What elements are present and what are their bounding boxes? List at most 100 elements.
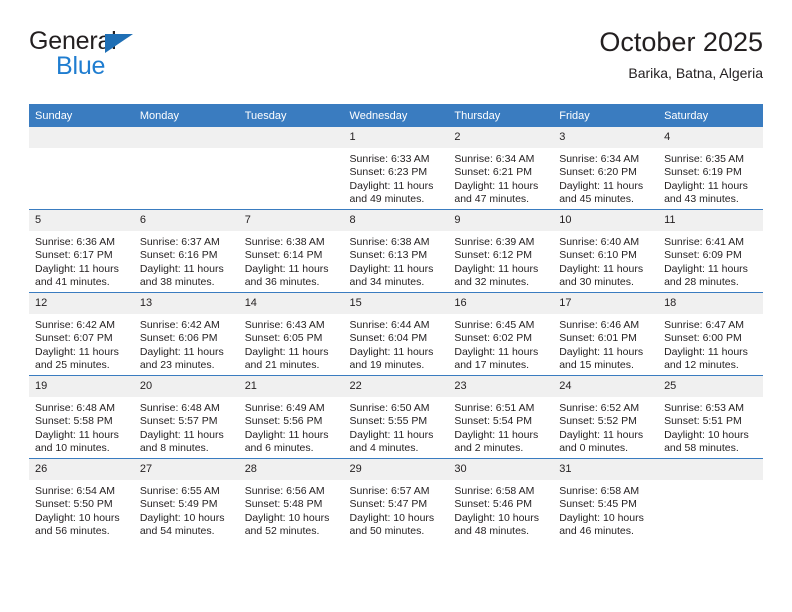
calendar-cell-day[interactable]: 30 Sunrise: 6:58 AM Sunset: 5:46 PM Dayligh… <box>448 458 554 541</box>
sunrise-text: Sunrise: 6:46 AM <box>559 319 640 331</box>
daylight-text-line2: and 19 minutes. <box>349 359 425 372</box>
calendar-cell-empty <box>133 127 239 210</box>
calendar-week-row: 1 Sunrise: 6:33 AM Sunset: 6:23 PM Daylight… <box>29 127 763 210</box>
day-details: Sunrise: 6:55 AM Sunset: 5:49 PM Daylight:… <box>134 480 239 539</box>
calendar-cell-day[interactable]: 25 Sunrise: 6:53 AM Sunset: 5:51 PM Dayligh… <box>658 375 763 459</box>
calendar-cell-day[interactable]: 22 Sunrise: 6:50 AM Sunset: 5:55 PM Dayligh… <box>343 375 449 459</box>
calendar-cell-day[interactable]: 9 Sunrise: 6:39 AM Sunset: 6:12 PM Daylight… <box>448 209 554 293</box>
calendar-cell-day[interactable]: 6 Sunrise: 6:37 AM Sunset: 6:16 PM Daylight… <box>133 209 239 293</box>
calendar-cell-day[interactable]: 13 Sunrise: 6:42 AM Sunset: 6:06 PM Dayligh… <box>133 292 239 376</box>
calendar-cell-day[interactable]: 31 Sunrise: 6:58 AM Sunset: 5:45 PM Dayligh… <box>553 458 659 541</box>
calendar-cell-day[interactable]: 12 Sunrise: 6:42 AM Sunset: 6:07 PM Dayligh… <box>29 292 134 376</box>
sunset-text: Sunset: 5:56 PM <box>244 415 323 428</box>
daylight-text-line1: Daylight: 11 hours <box>454 428 539 441</box>
calendar-cell-day[interactable]: 4 Sunrise: 6:35 AM Sunset: 6:19 PM Daylight… <box>658 127 763 210</box>
day-number: 27 <box>133 459 239 480</box>
daylight-text-line1: Daylight: 10 hours <box>454 511 540 524</box>
calendar-cell-day[interactable]: 21 Sunrise: 6:49 AM Sunset: 5:56 PM Dayligh… <box>238 375 344 459</box>
calendar-cell-day[interactable]: 27 Sunrise: 6:55 AM Sunset: 5:49 PM Dayligh… <box>133 458 239 541</box>
day-number: 11 <box>658 210 763 231</box>
calendar-cell-day[interactable]: 14 Sunrise: 6:43 AM Sunset: 6:05 PM Dayligh… <box>238 292 344 376</box>
daylight-text-line1: Daylight: 11 hours <box>664 179 748 192</box>
day-number <box>658 459 763 480</box>
calendar-week-row: 26 Sunrise: 6:54 AM Sunset: 5:50 PM Dayligh… <box>29 458 763 541</box>
calendar-cell-day[interactable]: 16 Sunrise: 6:45 AM Sunset: 6:02 PM Dayligh… <box>448 292 554 376</box>
title-block: October 2025 Barika, Batna, Algeria <box>599 26 763 82</box>
sunset-text: Sunset: 6:01 PM <box>559 332 637 345</box>
daylight-text-line1: Daylight: 10 hours <box>35 511 120 524</box>
calendar-cell-day[interactable]: 17 Sunrise: 6:46 AM Sunset: 6:01 PM Dayligh… <box>553 292 659 376</box>
day-details: Sunrise: 6:33 AM Sunset: 6:23 PM Daylight:… <box>344 148 449 207</box>
day-details: Sunrise: 6:42 AM Sunset: 6:06 PM Daylight:… <box>134 314 239 373</box>
daylight-text-line2: and 17 minutes. <box>454 359 530 372</box>
daylight-text-line2: and 58 minutes. <box>664 442 739 455</box>
day-number: 28 <box>238 459 344 480</box>
day-details: Sunrise: 6:34 AM Sunset: 6:21 PM Daylight:… <box>448 148 553 207</box>
sunrise-text: Sunrise: 6:38 AM <box>349 236 430 248</box>
daylight-text-line2: and 2 minutes. <box>454 442 524 455</box>
day-number: 1 <box>343 127 449 148</box>
sunset-text: Sunset: 6:04 PM <box>349 332 428 345</box>
day-number: 22 <box>343 376 449 397</box>
daylight-text-line2: and 10 minutes. <box>35 442 110 455</box>
day-number: 16 <box>448 293 554 314</box>
brand-logo[interactable]: General Blue <box>29 28 289 88</box>
calendar-cell-day[interactable]: 15 Sunrise: 6:44 AM Sunset: 6:04 PM Dayligh… <box>343 292 449 376</box>
daylight-text-line1: Daylight: 11 hours <box>559 179 644 192</box>
sunrise-text: Sunrise: 6:54 AM <box>35 485 115 497</box>
day-details: Sunrise: 6:49 AM Sunset: 5:56 PM Daylight:… <box>239 397 344 456</box>
calendar-cell-day[interactable]: 24 Sunrise: 6:52 AM Sunset: 5:52 PM Dayligh… <box>553 375 659 459</box>
day-details: Sunrise: 6:50 AM Sunset: 5:55 PM Daylight:… <box>344 397 449 456</box>
sunset-text: Sunset: 5:50 PM <box>35 498 113 511</box>
calendar-cell-day[interactable]: 7 Sunrise: 6:38 AM Sunset: 6:14 PM Daylight… <box>238 209 344 293</box>
daylight-text-line2: and 8 minutes. <box>139 442 209 455</box>
sunrise-text: Sunrise: 6:44 AM <box>349 319 430 331</box>
calendar-cell-day[interactable]: 3 Sunrise: 6:34 AM Sunset: 6:20 PM Daylight… <box>553 127 659 210</box>
calendar-cell-day[interactable]: 1 Sunrise: 6:33 AM Sunset: 6:23 PM Daylight… <box>343 127 449 210</box>
daylight-text-line1: Daylight: 10 hours <box>244 511 330 524</box>
day-details: Sunrise: 6:37 AM Sunset: 6:16 PM Daylight:… <box>134 231 239 290</box>
calendar-cell-day[interactable]: 5 Sunrise: 6:36 AM Sunset: 6:17 PM Daylight… <box>29 209 134 293</box>
day-number: 19 <box>29 376 134 397</box>
calendar-cell-day[interactable]: 18 Sunrise: 6:47 AM Sunset: 6:00 PM Dayligh… <box>658 292 763 376</box>
day-number: 17 <box>553 293 659 314</box>
calendar-cell-day[interactable]: 11 Sunrise: 6:41 AM Sunset: 6:09 PM Dayligh… <box>658 209 763 293</box>
day-details: Sunrise: 6:44 AM Sunset: 6:04 PM Daylight:… <box>344 314 449 373</box>
day-details: Sunrise: 6:48 AM Sunset: 5:57 PM Daylight:… <box>134 397 239 456</box>
daylight-text-line1: Daylight: 11 hours <box>559 262 644 275</box>
daylight-text-line2: and 21 minutes. <box>244 359 320 372</box>
daylight-text-line2: and 12 minutes. <box>664 359 739 372</box>
day-details: Sunrise: 6:45 AM Sunset: 6:02 PM Daylight:… <box>448 314 553 373</box>
sunrise-text: Sunrise: 6:38 AM <box>244 236 325 248</box>
sunset-text: Sunset: 6:23 PM <box>349 166 428 179</box>
calendar-cell-day[interactable]: 23 Sunrise: 6:51 AM Sunset: 5:54 PM Dayligh… <box>448 375 554 459</box>
calendar-cell-day[interactable]: 19 Sunrise: 6:48 AM Sunset: 5:58 PM Dayligh… <box>29 375 134 459</box>
daylight-text-line2: and 45 minutes. <box>559 193 634 206</box>
sunset-text: Sunset: 6:13 PM <box>349 249 428 262</box>
daylight-text-line1: Daylight: 10 hours <box>139 511 225 524</box>
day-details: Sunrise: 6:58 AM Sunset: 5:46 PM Daylight:… <box>448 480 553 539</box>
calendar-cell-day[interactable]: 20 Sunrise: 6:48 AM Sunset: 5:57 PM Dayligh… <box>133 375 239 459</box>
daylight-text-line1: Daylight: 11 hours <box>139 262 224 275</box>
sunset-text: Sunset: 6:20 PM <box>559 166 637 179</box>
day-number: 20 <box>133 376 239 397</box>
day-details: Sunrise: 6:58 AM Sunset: 5:45 PM Daylight:… <box>553 480 658 539</box>
daylight-text-line2: and 48 minutes. <box>454 525 530 538</box>
daylight-text-line2: and 43 minutes. <box>664 193 739 206</box>
sunset-text: Sunset: 6:12 PM <box>454 249 533 262</box>
sunset-text: Sunset: 5:47 PM <box>349 498 428 511</box>
sunset-text: Sunset: 6:19 PM <box>664 166 742 179</box>
calendar-cell-day[interactable]: 26 Sunrise: 6:54 AM Sunset: 5:50 PM Dayligh… <box>29 458 134 541</box>
calendar-cell-day[interactable]: 8 Sunrise: 6:38 AM Sunset: 6:13 PM Daylight… <box>343 209 449 293</box>
daylight-text-line1: Daylight: 11 hours <box>349 179 434 192</box>
calendar-cell-day[interactable]: 29 Sunrise: 6:57 AM Sunset: 5:47 PM Dayligh… <box>343 458 449 541</box>
calendar-cell-day[interactable]: 2 Sunrise: 6:34 AM Sunset: 6:21 PM Daylight… <box>448 127 554 210</box>
calendar-cell-empty <box>238 127 344 210</box>
calendar-cell-day[interactable]: 10 Sunrise: 6:40 AM Sunset: 6:10 PM Dayligh… <box>553 209 659 293</box>
sunrise-text: Sunrise: 6:55 AM <box>139 485 220 497</box>
calendar-cell-day[interactable]: 28 Sunrise: 6:56 AM Sunset: 5:48 PM Dayligh… <box>238 458 344 541</box>
day-details: Sunrise: 6:54 AM Sunset: 5:50 PM Daylight:… <box>29 480 134 539</box>
daylight-text-line1: Daylight: 11 hours <box>559 428 644 441</box>
sunset-text: Sunset: 6:00 PM <box>664 332 742 345</box>
weekday-header-thursday: Thursday <box>448 104 554 127</box>
